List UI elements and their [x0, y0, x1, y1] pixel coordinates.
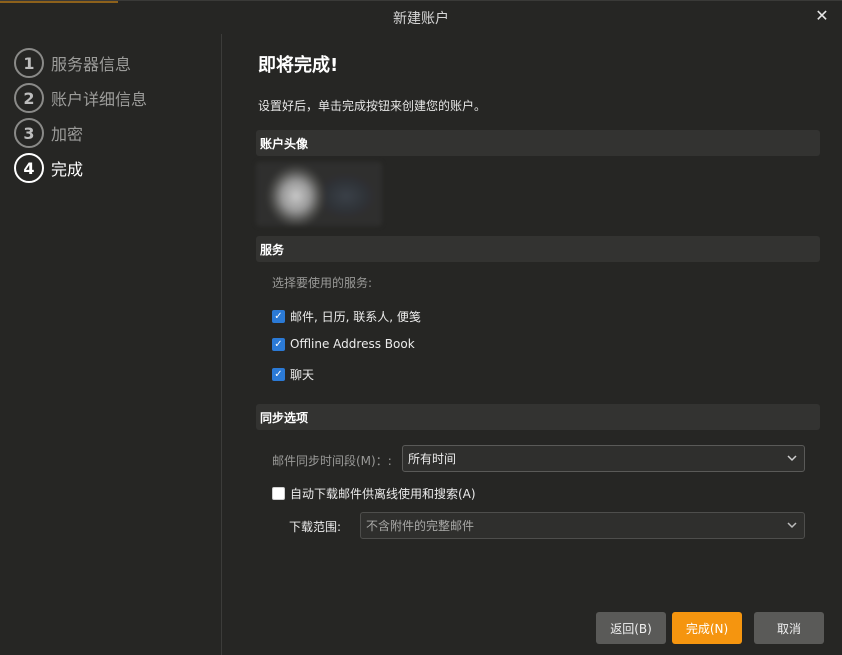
page-title: 即将完成! — [258, 55, 339, 76]
services-section-header: 服务 — [256, 236, 820, 262]
services-hint: 选择要使用的服务: — [272, 276, 373, 290]
auto-download-checkbox-row[interactable]: 自动下载邮件供离线使用和搜索(A) — [272, 485, 476, 502]
finish-button[interactable]: 完成(N) — [672, 612, 742, 644]
auto-download-checkbox[interactable] — [272, 487, 285, 500]
check-icon[interactable]: ✓ — [272, 368, 285, 381]
step-label: 账户详细信息 — [51, 90, 148, 109]
step-number: 1 — [14, 48, 44, 78]
avatar[interactable] — [256, 162, 382, 226]
check-icon[interactable]: ✓ — [272, 337, 285, 351]
step-label: 服务器信息 — [51, 55, 132, 74]
sync-period-select[interactable]: 所有时间 — [402, 445, 805, 472]
cancel-button[interactable]: 取消 — [754, 612, 824, 644]
dialog-title: 新建账户 — [393, 10, 449, 27]
service-chat[interactable]: ✓ 聊天 — [272, 366, 314, 383]
download-scope-label: 下载范围: — [289, 520, 342, 534]
service-label: Offline Address Book — [290, 337, 415, 351]
new-account-dialog: 新建账户 ✕ 1 服务器信息 2 账户详细信息 3 加密 4 完成 即将完成! … — [0, 0, 842, 655]
step-server-info: 1 服务器信息 — [14, 48, 131, 78]
check-icon[interactable]: ✓ — [272, 310, 285, 323]
service-label: 聊天 — [290, 368, 315, 382]
avatar-section-header: 账户头像 — [256, 130, 820, 156]
chevron-down-icon — [787, 455, 797, 462]
close-icon[interactable]: ✕ — [814, 8, 830, 24]
step-number: 4 — [14, 153, 44, 183]
step-account-details: 2 账户详细信息 — [14, 83, 147, 113]
title-bar: 新建账户 ✕ — [0, 1, 842, 34]
sync-section-header: 同步选项 — [256, 404, 820, 430]
download-scope-select[interactable]: 不含附件的完整邮件 — [360, 512, 805, 539]
step-encryption: 3 加密 — [14, 118, 83, 148]
sync-period-value: 所有时间 — [408, 452, 457, 466]
sync-period-label: 邮件同步时间段(M)：: — [272, 454, 392, 468]
step-finish: 4 完成 — [14, 153, 83, 183]
auto-download-label: 自动下载邮件供离线使用和搜索(A) — [290, 487, 476, 501]
step-label: 加密 — [51, 125, 84, 144]
back-button[interactable]: 返回(B) — [596, 612, 666, 644]
step-label: 完成 — [51, 160, 84, 179]
main-panel: 即将完成! 设置好后，单击完成按钮来创建您的账户。 账户头像 服务 选择要使用的… — [256, 34, 824, 655]
service-offline-address-book[interactable]: ✓ Offline Address Book — [272, 337, 415, 351]
chevron-down-icon — [787, 522, 797, 529]
download-scope-value: 不含附件的完整邮件 — [366, 519, 475, 533]
steps-sidebar: 1 服务器信息 2 账户详细信息 3 加密 4 完成 — [0, 34, 222, 655]
page-description: 设置好后，单击完成按钮来创建您的账户。 — [258, 99, 487, 113]
step-number: 2 — [14, 83, 44, 113]
service-label: 邮件, 日历, 联系人, 便笺 — [290, 310, 421, 324]
service-mail-calendar[interactable]: ✓ 邮件, 日历, 联系人, 便笺 — [272, 308, 421, 325]
step-number: 3 — [14, 118, 44, 148]
